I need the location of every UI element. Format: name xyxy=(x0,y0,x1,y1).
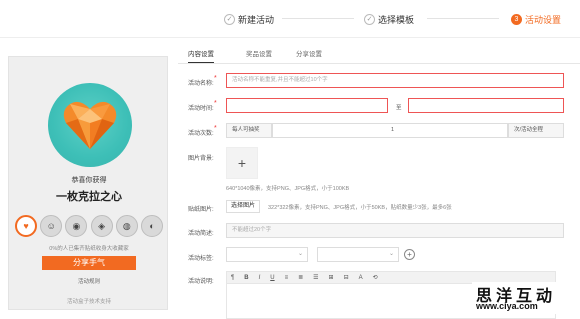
required-mark: * xyxy=(213,125,217,132)
bg-label: 图片背景: xyxy=(188,156,214,162)
watermark: 思洋互动 www.ciya.com xyxy=(472,282,574,314)
heart-icon xyxy=(63,101,117,149)
congrats-text: 恭喜你获得 xyxy=(71,177,107,184)
desc-input[interactable]: 不能超过20个字 xyxy=(226,223,564,238)
check-icon: ✓ xyxy=(364,13,375,25)
table-icon[interactable]: ⊞ xyxy=(329,274,334,281)
paragraph-icon[interactable]: ¶ xyxy=(231,275,234,281)
badge-list: ♥ ☺ ◉ ◈ ◍ ◐ xyxy=(15,212,163,240)
end-time-input[interactable] xyxy=(408,98,564,113)
watermark-url: www.ciya.com xyxy=(476,301,538,311)
badge-3[interactable]: ◉ xyxy=(65,215,88,237)
bold-icon[interactable]: B xyxy=(244,275,248,281)
tag-select-2[interactable]: ⌄ xyxy=(317,247,399,262)
bg-upload-button[interactable]: + xyxy=(226,147,258,179)
tag-label: 活动标签: xyxy=(188,256,214,262)
step-divider xyxy=(282,18,354,19)
sticker-label: 贴纸图片: xyxy=(188,207,214,213)
badge-heart[interactable]: ♥ xyxy=(15,215,37,237)
count-input[interactable]: 1 xyxy=(272,123,508,138)
medal-name: 一枚克拉之心 xyxy=(56,191,122,203)
badge-2[interactable]: ☺ xyxy=(40,215,63,237)
required-mark: * xyxy=(213,75,217,82)
name-label: 活动名称: * xyxy=(188,75,217,87)
steps-bar: ✓ 新建活动 ✓ 选择模板 3 活动设置 xyxy=(0,0,580,38)
check-icon: ✓ xyxy=(224,13,235,25)
badge-6[interactable]: ◐ xyxy=(140,215,163,237)
font-color-icon[interactable]: A xyxy=(359,275,363,281)
rules-link[interactable]: 活动规则 xyxy=(9,277,169,285)
step-create: ✓ 新建活动 xyxy=(224,13,274,25)
time-label: 活动时间: * xyxy=(188,100,217,112)
step-settings: 3 活动设置 xyxy=(511,13,561,25)
bg-hint: 640*1040像素，支持PNG、JPG格式，小于100KB xyxy=(226,186,350,192)
medal-circle xyxy=(48,83,132,167)
step-divider xyxy=(427,18,499,19)
badge-5[interactable]: ◍ xyxy=(115,215,138,237)
time-to: 至 xyxy=(396,105,402,111)
chevron-down-icon: ⌄ xyxy=(297,251,303,257)
share-button[interactable]: 分享手气 xyxy=(42,256,136,270)
italic-icon[interactable]: I xyxy=(259,275,261,281)
desc-label: 活动简述: xyxy=(188,231,214,237)
image-icon[interactable]: ⊟ xyxy=(344,274,349,281)
count-unit: 次/活动全程 xyxy=(508,123,564,138)
step-label: 选择模板 xyxy=(378,14,415,25)
detail-label: 活动说明: xyxy=(188,279,214,285)
chevron-down-icon: ⌄ xyxy=(388,251,394,257)
underline-icon[interactable]: U xyxy=(270,275,274,281)
activity-preview: 恭喜你获得 一枚克拉之心 ♥ ☺ ◉ ◈ ◍ ◐ 0%的人已集齐贴纸收身大收藏家… xyxy=(8,56,168,310)
list-icon[interactable]: ☰ xyxy=(313,274,318,281)
count-label: 活动次数: * xyxy=(188,125,217,137)
badge-4[interactable]: ◈ xyxy=(90,215,113,237)
settings-form: 内容设置 奖品设置 分享设置 活动名称: * 活动名称不能重复,并且不能超过10个… xyxy=(178,42,580,319)
tab-content[interactable]: 内容设置 xyxy=(188,48,214,63)
add-tag-icon[interactable]: + xyxy=(404,249,415,260)
tab-share[interactable]: 分享设置 xyxy=(296,48,322,58)
tag-select-1[interactable]: ⌄ xyxy=(226,247,308,262)
settings-tabs: 内容设置 奖品设置 分享设置 xyxy=(178,42,580,64)
step-template: ✓ 选择模板 xyxy=(364,13,414,25)
name-input[interactable]: 活动名称不能重复,并且不能超过10个字 xyxy=(226,73,564,88)
step-label: 新建活动 xyxy=(238,14,275,25)
collected-text: 0%的人已集齐贴纸收身大收藏家 xyxy=(49,246,129,252)
required-mark: * xyxy=(213,100,217,107)
align-left-icon[interactable]: ≡ xyxy=(285,275,289,281)
sticker-hint: 322*322像素，支持PNG、JPG格式，小于50KB，贴纸数量少3张，最多6… xyxy=(268,205,452,211)
start-time-input[interactable] xyxy=(226,98,388,113)
align-center-icon[interactable]: ≣ xyxy=(298,274,303,281)
step-label: 活动设置 xyxy=(525,14,562,25)
step-3-icon: 3 xyxy=(511,13,522,25)
support-text: 活动盒子技术支持 xyxy=(66,299,111,305)
choose-image-button[interactable]: 选择图片 xyxy=(226,200,261,213)
tab-prize[interactable]: 奖品设置 xyxy=(246,48,272,58)
undo-icon[interactable]: ⟲ xyxy=(373,274,378,281)
count-prefix: 每人可抽奖 xyxy=(226,123,272,138)
